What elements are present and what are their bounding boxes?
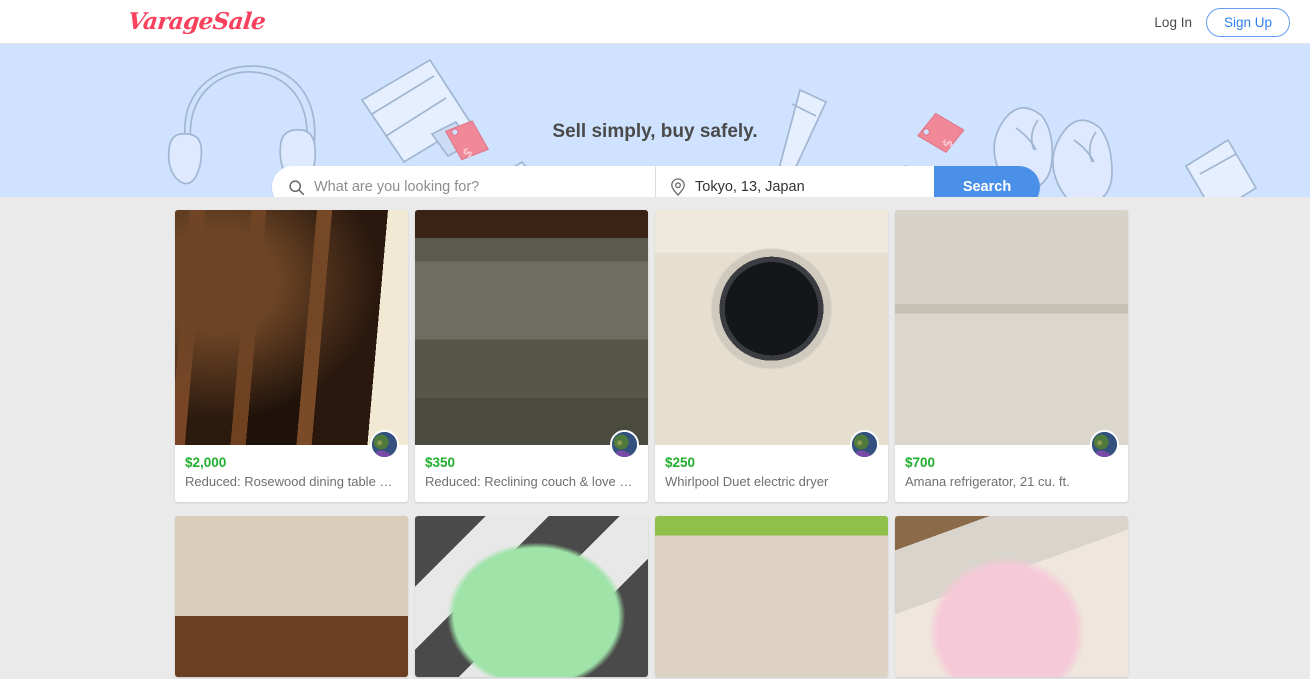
avatar-image [1092,432,1117,457]
listing-title: Reduced: Rosewood dining table & 8... [185,474,398,489]
listing-image-wooden-dresser-with-mirror [175,516,408,677]
search-icon [288,179,305,196]
listing-card[interactable]: $250 Whirlpool Duet electric dryer [655,210,888,502]
listing-price: $250 [665,455,696,470]
listing-title: Reduced: Reclining couch & love seat [425,474,638,489]
listing-card[interactable]: $350 Reduced: Reclining couch & love sea… [415,210,648,502]
listing-card[interactable] [895,516,1128,677]
varagesale-logo[interactable]: VarageSale [127,8,267,35]
sign-up-button[interactable]: Sign Up [1205,7,1290,37]
listing-price: $350 [425,455,456,470]
hero-tagline: Sell simply, buy safely. [552,121,758,142]
nav-actions: Log In Sign Up [1154,0,1290,44]
listing-title: Amana refrigerator, 21 cu. ft. [905,474,1070,489]
listings-grid: $2,000 Reduced: Rosewood dining table & … [175,210,1135,677]
avatar-image [372,432,397,457]
search-bar: Search [272,166,1040,197]
listing-card[interactable]: $2,000 Reduced: Rosewood dining table & … [175,210,408,502]
listing-price: $2,000 [185,455,227,470]
listing-card[interactable] [655,516,888,677]
hero-banner: $ Sell simply, buy safely. What are you … [0,44,1310,197]
listing-image-gray-reclining-couch [415,210,648,459]
seller-avatar[interactable] [610,430,639,459]
search-button[interactable]: Search [934,166,1040,197]
listing-image-rosewood-china-cabinet [175,210,408,459]
search-query-field[interactable] [272,166,656,197]
listing-price: $700 [905,455,936,470]
listing-card[interactable] [175,516,408,677]
location-field[interactable] [656,166,934,197]
listings-area: $2,000 Reduced: Rosewood dining table & … [0,197,1310,679]
seller-avatar[interactable] [1090,430,1119,459]
map-pin-icon [670,178,686,196]
listing-image-whirlpool-duet-dryer [655,210,888,459]
seller-avatar[interactable] [370,430,399,459]
avatar-image [852,432,877,457]
listing-card[interactable]: $700 Amana refrigerator, 21 cu. ft. [895,210,1128,502]
listing-image-green-baby-play-gym [415,516,648,677]
listing-title: Whirlpool Duet electric dryer [665,474,829,489]
search-input[interactable] [314,173,655,197]
location-input[interactable] [695,173,934,197]
listing-image-pink-baby-bouncer-seat [895,516,1128,677]
listing-card[interactable] [415,516,648,677]
listing-image-amana-refrigerator [895,210,1128,459]
avatar-image [612,432,637,457]
log-in-link[interactable]: Log In [1154,15,1192,30]
top-navigation-bar: VarageSale Log In Sign Up [0,0,1310,44]
listing-image-fabric-care-label-tag [655,516,888,677]
seller-avatar[interactable] [850,430,879,459]
